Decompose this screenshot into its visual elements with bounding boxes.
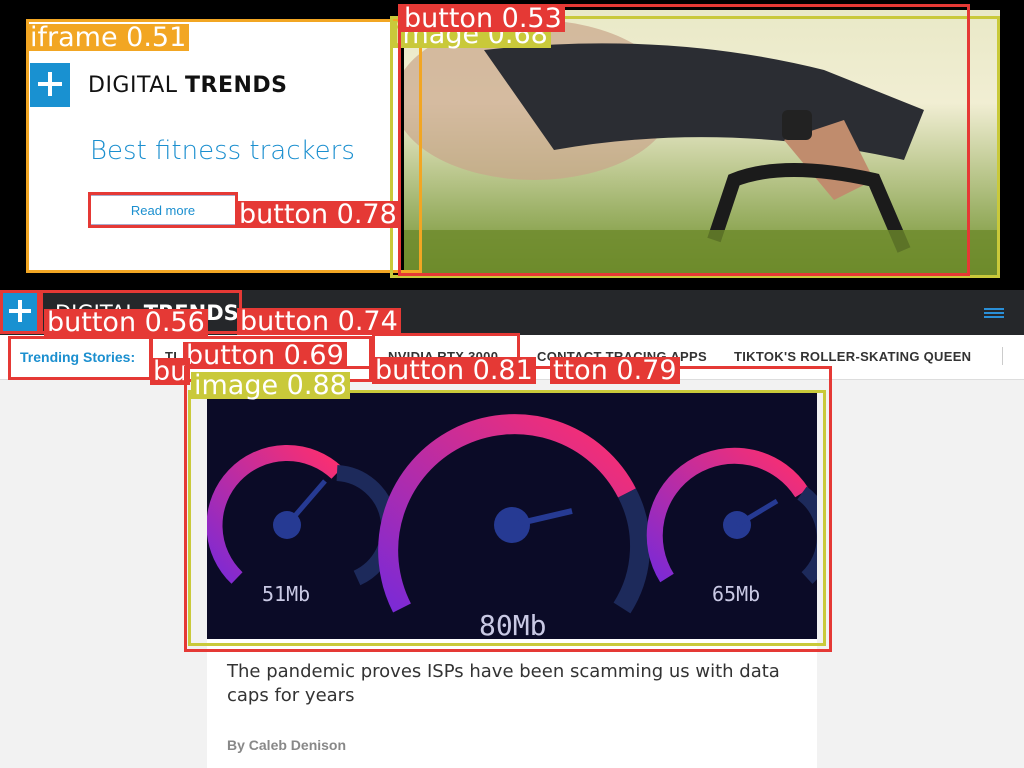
- nav-logo-button[interactable]: [2, 292, 38, 332]
- trending-divider: [1002, 347, 1003, 365]
- trending-item[interactable]: TIKTOK'S ROLLER-SKATING QUEEN: [734, 349, 971, 364]
- plus-logo-icon: [9, 300, 31, 322]
- menu-icon[interactable]: [984, 308, 1004, 320]
- article-image[interactable]: 51Mb 80Mb 65Mb: [207, 393, 817, 639]
- detection-label: button 0.78: [236, 201, 400, 228]
- detection-label: bu: [150, 358, 191, 385]
- ad-title[interactable]: Best fitness trackers: [90, 136, 355, 166]
- detection-label: button 0.56: [44, 309, 208, 336]
- article-headline[interactable]: The pandemic proves ISPs have been scamm…: [227, 660, 787, 708]
- detection-label: button 0.74: [237, 308, 401, 335]
- detection-label: tton 0.79: [550, 357, 680, 384]
- speedometer-graphic: 51Mb 80Mb 65Mb: [207, 414, 817, 639]
- detection-label: button 0.81: [372, 357, 536, 384]
- article-byline[interactable]: By Caleb Denison: [227, 737, 346, 753]
- ad-fitness-image[interactable]: [404, 10, 1000, 276]
- ad-brand-name: DIGITAL TRENDS: [88, 73, 288, 98]
- fitness-photo: [404, 20, 1000, 276]
- trending-label: Trending Stories:: [20, 349, 136, 365]
- plus-logo-icon: [38, 72, 62, 96]
- gauge-label: 65Mb: [712, 582, 760, 606]
- gauge-label: 80Mb: [479, 609, 546, 639]
- detection-label: button 0.69: [183, 342, 347, 369]
- gauge-label: 51Mb: [262, 582, 310, 606]
- ad-logo: [30, 63, 70, 107]
- read-more-button[interactable]: Read more: [90, 195, 236, 225]
